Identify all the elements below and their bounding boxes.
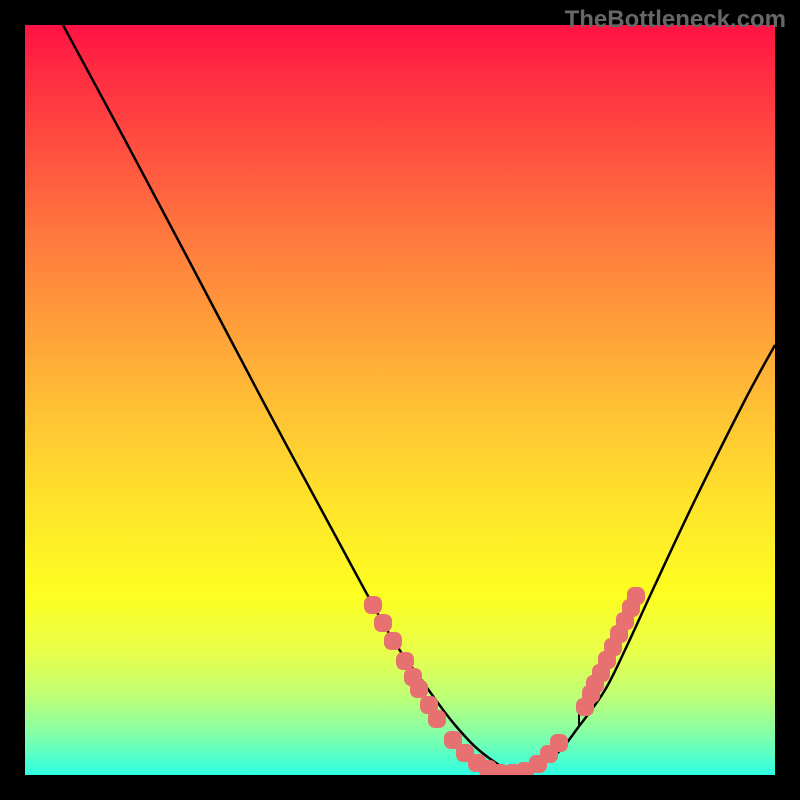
marker-dot (396, 652, 414, 670)
marker-dot (384, 632, 402, 650)
plot-area (25, 25, 775, 775)
chart-container: TheBottleneck.com (0, 0, 800, 800)
marker-dot (410, 680, 428, 698)
main-curve (63, 25, 775, 773)
marker-dot (550, 734, 568, 752)
marker-dot (364, 596, 382, 614)
marker-dot (627, 587, 645, 605)
marker-dot (428, 710, 446, 728)
marker-dot (374, 614, 392, 632)
highlight-markers (364, 587, 645, 775)
chart-svg (25, 25, 775, 775)
curve-path (63, 25, 775, 773)
watermark-text: TheBottleneck.com (565, 6, 786, 34)
